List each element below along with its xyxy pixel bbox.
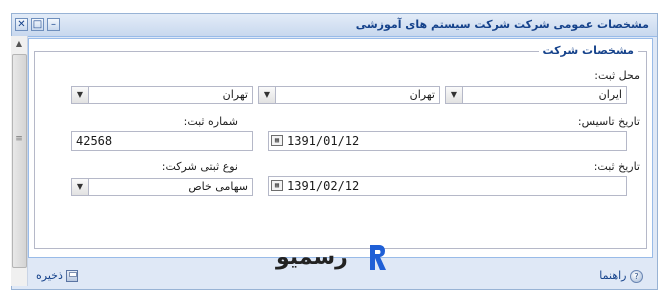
registration-number-label: شماره ثبت: bbox=[183, 115, 238, 128]
chevron-down-icon[interactable]: ▼ bbox=[72, 87, 89, 103]
save-button[interactable]: ذخیره bbox=[36, 269, 79, 282]
save-icon bbox=[66, 270, 79, 282]
founding-date-label: تاریخ تاسیس: bbox=[577, 115, 640, 128]
company-type-value: سهامی خاص bbox=[188, 180, 248, 193]
registration-date-value: 1391/02/12 bbox=[287, 179, 360, 193]
founding-date-field[interactable]: ▦ 1391/01/12 bbox=[268, 131, 627, 151]
chevron-down-icon[interactable]: ▼ bbox=[259, 87, 276, 103]
company-type-label: نوع ثبتی شرکت: bbox=[161, 160, 238, 173]
province-value: تهران bbox=[409, 88, 435, 101]
form-panel: مشخصات شرکت محل ثبت: ▼ ایران ▼ تهران ▼ ت… bbox=[28, 38, 653, 258]
registration-date-field[interactable]: ▦ 1391/02/12 bbox=[268, 176, 627, 196]
logo: رسمیو bbox=[276, 243, 388, 275]
calendar-icon[interactable]: ▦ bbox=[271, 180, 283, 191]
registration-date-label: تاریخ ثبت: bbox=[593, 160, 640, 173]
registration-number-value: 42568 bbox=[76, 134, 113, 148]
province-select[interactable]: ▼ تهران bbox=[258, 86, 440, 104]
company-details-fieldset: مشخصات شرکت محل ثبت: ▼ ایران ▼ تهران ▼ ت… bbox=[34, 44, 647, 249]
country-select[interactable]: ▼ ایران bbox=[445, 86, 627, 104]
chevron-down-icon[interactable]: ▼ bbox=[446, 87, 463, 103]
logo-mark-icon bbox=[370, 245, 386, 270]
help-button[interactable]: ? راهنما bbox=[599, 269, 643, 283]
fieldset-legend: مشخصات شرکت bbox=[538, 44, 638, 57]
chevron-down-icon[interactable]: ▼ bbox=[72, 179, 89, 195]
city-select[interactable]: ▼ تهران bbox=[71, 86, 253, 104]
help-icon: ? bbox=[630, 269, 643, 283]
help-label: راهنما bbox=[599, 269, 627, 282]
save-label: ذخیره bbox=[36, 269, 63, 282]
calendar-icon[interactable]: ▦ bbox=[271, 135, 283, 146]
founding-date-value: 1391/01/12 bbox=[287, 134, 360, 148]
location-label: محل ثبت: bbox=[594, 69, 640, 82]
registration-number-field[interactable]: 42568 bbox=[71, 131, 253, 151]
country-value: ایران bbox=[598, 88, 622, 101]
city-value: تهران bbox=[222, 88, 248, 101]
company-type-select[interactable]: ▼ سهامی خاص bbox=[71, 178, 253, 196]
logo-text: رسمیو bbox=[276, 245, 348, 270]
